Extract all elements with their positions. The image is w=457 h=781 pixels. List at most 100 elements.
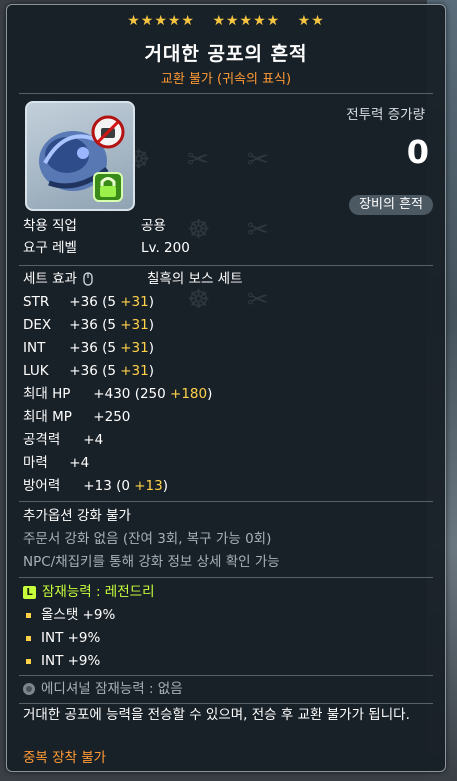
stat-bonus: +31 (120, 340, 149, 356)
level-label: 요구 레벨 (23, 240, 77, 256)
stat-bonus: +31 (120, 317, 149, 333)
upgrade-title: 추가옵션 강화 불가 (23, 508, 131, 524)
stat-base: (5 (102, 340, 116, 356)
stat-row-str: STR +36 (5 +31) (23, 293, 154, 311)
item-description: 거대한 공포에 능력을 전승할 수 있으며, 전승 후 교환 불가가 됩니다. (23, 705, 435, 726)
stat-total: +36 (69, 317, 98, 333)
stat-row-defense: 방어력 +13 (0 +13) (23, 477, 168, 495)
stat-total: +36 (69, 294, 98, 310)
stat-close: ) (148, 340, 155, 356)
bullet-icon (26, 612, 31, 618)
upgrade-info: 주문서 강화 없음 (잔여 3회, 복구 가능 0회) (23, 531, 272, 547)
ghost-slot: ✂ (247, 285, 269, 315)
stat-bonus: +13 (134, 478, 163, 494)
stat-name: DEX (23, 317, 52, 333)
stat-row-attack: 공격력 +4 (23, 431, 103, 449)
stat-base: (5 (102, 294, 116, 310)
stat-row-magic: 마력 +4 (23, 454, 89, 472)
additional-potential-text: 에디셔널 잠재능력 : 없음 (41, 681, 183, 697)
set-effect-label: 세트 효과 (23, 271, 77, 287)
star-group: ★★★★★ (212, 13, 281, 29)
ghost-slot: ✂ (187, 145, 209, 175)
ghost-slot: ✂ (247, 145, 269, 175)
stat-close: ) (207, 386, 213, 402)
description-text: 거대한 공포에 능력을 전승할 수 있으며, 전승 후 (23, 707, 298, 723)
combat-power-label: 전투력 증가량 (346, 107, 425, 123)
stat-name: LUK (23, 363, 49, 379)
stat-total: +13 (83, 478, 112, 494)
stat-base: (5 (102, 317, 116, 333)
stat-name: 공격력 (23, 432, 61, 448)
stat-row-hp: 최대 HP +430 (250 +180) (23, 385, 212, 403)
potential-value: INT +9% (41, 630, 101, 646)
combat-power-value: 0 (406, 133, 429, 171)
stat-total: +430 (93, 386, 131, 402)
job-value: 공용 (141, 218, 166, 234)
ghost-slot: ☸ (187, 285, 211, 315)
stat-name: STR (23, 294, 50, 310)
divider (19, 675, 433, 676)
job-row: 착용 직업 공용 (23, 217, 166, 235)
stat-row-luk: LUK +36 (5 +31) (23, 362, 154, 380)
star-force: ★★★★★ ★★★★★ ★★ (7, 13, 445, 29)
stat-bonus: +180 (170, 386, 208, 402)
potential-title: 잠재능력 : 레전드리 (42, 584, 155, 600)
stat-total: +4 (83, 432, 104, 448)
equip-warning: 중복 장착 불가 (23, 750, 107, 766)
set-effect-row: 세트 효과 칠흑의 보스 세트 (23, 270, 243, 288)
stat-close: ) (148, 294, 155, 310)
job-label: 착용 직업 (23, 218, 77, 234)
ghost-slot: ✂ (247, 215, 269, 245)
potential-line: 올스탯 +9% (23, 606, 115, 624)
stat-row-mp: 최대 MP +250 (23, 408, 130, 426)
stat-name: 방어력 (23, 478, 61, 494)
bullet-icon (26, 635, 31, 641)
level-value: Lv. 200 (141, 240, 190, 256)
item-title: 거대한 공포의 흔적 (144, 43, 308, 65)
bullet-icon (26, 658, 31, 664)
mouse-icon (83, 272, 93, 286)
stat-name: 최대 HP (23, 386, 71, 402)
stat-name: INT (23, 340, 46, 356)
stat-base: (0 (116, 478, 130, 494)
ghost-slot: ☸ (187, 215, 211, 245)
potential-value: INT +9% (41, 653, 101, 669)
stat-name: 최대 MP (23, 409, 72, 425)
additional-potential-row: 에디셔널 잠재능력 : 없음 (23, 680, 183, 698)
potential-value: 올스탯 +9% (41, 607, 116, 623)
level-row: 요구 레벨 Lv. 200 (23, 239, 190, 257)
divider (19, 703, 433, 704)
star-group: ★★ (297, 13, 325, 29)
upgrade-hint: NPC/채집키를 통해 강화 정보 상세 확인 가능 (23, 554, 280, 570)
divider (19, 93, 433, 94)
stat-total: +36 (69, 340, 98, 356)
stat-close: ) (148, 317, 155, 333)
description-highlight: 교환 불가 (297, 707, 352, 723)
divider (19, 577, 433, 578)
equipment-trace-button[interactable]: 장비의 흔적 (349, 195, 433, 215)
potential-header: L 잠재능력 : 레전드리 (23, 583, 155, 601)
stat-row-dex: DEX +36 (5 +31) (23, 316, 154, 334)
stat-base: (5 (102, 363, 116, 379)
no-trade-icon (91, 115, 125, 149)
lock-icon (93, 172, 123, 202)
stat-name: 마력 (23, 455, 48, 471)
stat-total: +4 (69, 455, 90, 471)
legendary-badge-icon: L (23, 585, 36, 599)
item-tooltip: ☸ ✂ ✂ ☸ ✂ ☸ ✂ ★★★★★ ★★★★★ ★★ 거대한 공포의 흔적 … (6, 4, 446, 772)
description-text-end: 가 됩니다. (351, 707, 410, 723)
stat-bonus: +31 (120, 294, 149, 310)
divider (19, 265, 433, 266)
potential-line: INT +9% (23, 652, 100, 670)
potential-line: INT +9% (23, 629, 100, 647)
stat-row-int: INT +36 (5 +31) (23, 339, 154, 357)
set-effect-value: 칠흑의 보스 세트 (147, 271, 243, 287)
star-group: ★★★★★ (127, 13, 195, 29)
stat-close: ) (148, 363, 155, 379)
additional-potential-icon (23, 683, 35, 695)
stat-base: (250 (134, 386, 166, 402)
trade-status: 교환 불가 (귀속의 표식) (160, 72, 292, 87)
stat-total: +36 (69, 363, 98, 379)
divider (19, 501, 433, 502)
stat-close: ) (162, 478, 169, 494)
